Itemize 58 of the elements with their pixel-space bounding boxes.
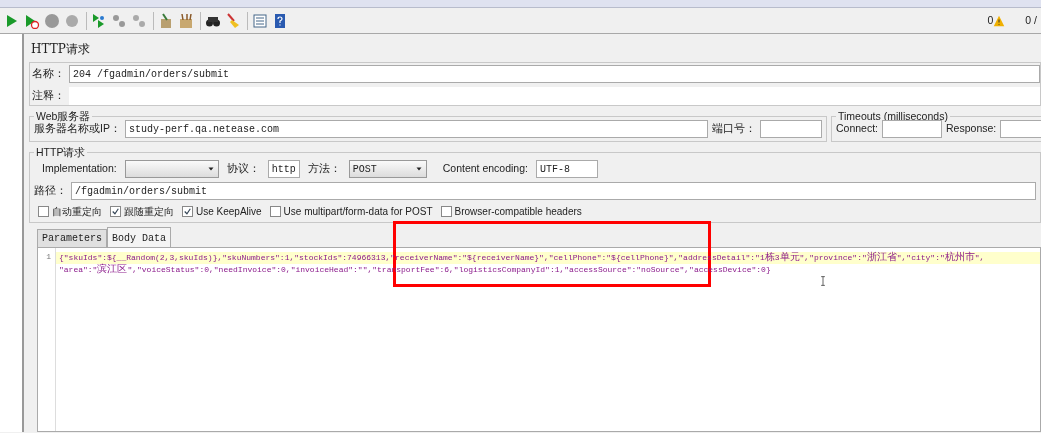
group-title: Timeouts (milliseconds)	[837, 110, 949, 122]
checkbox-label: Use multipart/form-data for POST	[283, 205, 433, 219]
thread-count: 0 /	[1025, 12, 1037, 28]
stop-icon[interactable]	[44, 12, 60, 29]
connect-label: Connect:	[836, 121, 879, 137]
path-field[interactable]: /fgadmin/orders/submit	[71, 182, 1036, 200]
help-icon[interactable]	[272, 12, 288, 29]
implementation-dropdown[interactable]	[124, 160, 219, 178]
comment-field[interactable]	[69, 87, 1040, 105]
response-field[interactable]	[1000, 120, 1041, 138]
name-field[interactable]: 204 /fgadmin/orders/submit	[69, 65, 1040, 83]
encoding-label: Content encoding:	[442, 161, 528, 177]
caret-icon	[414, 165, 423, 173]
path-label: 路径：	[34, 183, 67, 199]
protocol-field[interactable]: http	[267, 160, 300, 178]
check-icon	[183, 207, 192, 216]
checkbox[interactable]	[110, 206, 121, 217]
remote-stop-icon[interactable]	[111, 12, 127, 29]
start-no-pause-icon[interactable]	[24, 12, 40, 29]
text-cursor-icon	[818, 274, 828, 288]
body-data-editor[interactable]	[37, 247, 1041, 432]
checkbox-label: 自动重定向	[52, 205, 102, 219]
remote-start-icon[interactable]	[91, 12, 107, 29]
response-label: Response:	[946, 122, 997, 137]
tab[interactable]: Body Data	[107, 227, 172, 247]
check-icon	[111, 207, 120, 216]
checkbox[interactable]	[440, 206, 452, 217]
caret-icon	[206, 165, 215, 173]
shutdown-icon[interactable]	[64, 12, 80, 29]
encoding-field[interactable]: UTF-8	[535, 160, 598, 178]
checkbox[interactable]	[182, 206, 193, 217]
checkbox-label: 跟随重定向	[124, 205, 174, 219]
method-dropdown[interactable]: POST	[348, 160, 427, 178]
server-field[interactable]: study-perf.qa.netease.com	[124, 120, 708, 138]
broom-icon[interactable]	[225, 12, 241, 29]
server-label: 服务器名称或IP：	[34, 122, 121, 137]
group-title: Web服务器	[35, 110, 92, 122]
checkbox[interactable]	[269, 206, 281, 217]
port-label: 端口号：	[712, 121, 756, 137]
checkbox-label: Browser-compatible headers	[454, 205, 582, 219]
connect-field[interactable]	[882, 120, 943, 138]
implementation-label: Implementation:	[42, 161, 117, 177]
tab[interactable]: Parameters	[37, 229, 107, 247]
warning-count: 0	[987, 12, 994, 28]
checkbox-label: Use KeepAlive	[196, 205, 262, 219]
method-label: 方法：	[307, 161, 341, 177]
name-label: 名称：	[32, 66, 65, 82]
group-title: HTTP请求	[35, 146, 87, 158]
panel-title: HTTP请求	[30, 41, 91, 58]
comment-label: 注释：	[32, 88, 65, 104]
protocol-label: 协议：	[226, 161, 260, 177]
clear-icon[interactable]	[158, 12, 174, 29]
line-number: 1	[46, 252, 51, 261]
clear-all-icon[interactable]	[178, 12, 194, 29]
checkbox[interactable]	[38, 206, 49, 217]
port-field[interactable]	[760, 120, 822, 138]
warning-icon	[993, 14, 1006, 27]
remote-shutdown-icon[interactable]	[131, 12, 147, 29]
